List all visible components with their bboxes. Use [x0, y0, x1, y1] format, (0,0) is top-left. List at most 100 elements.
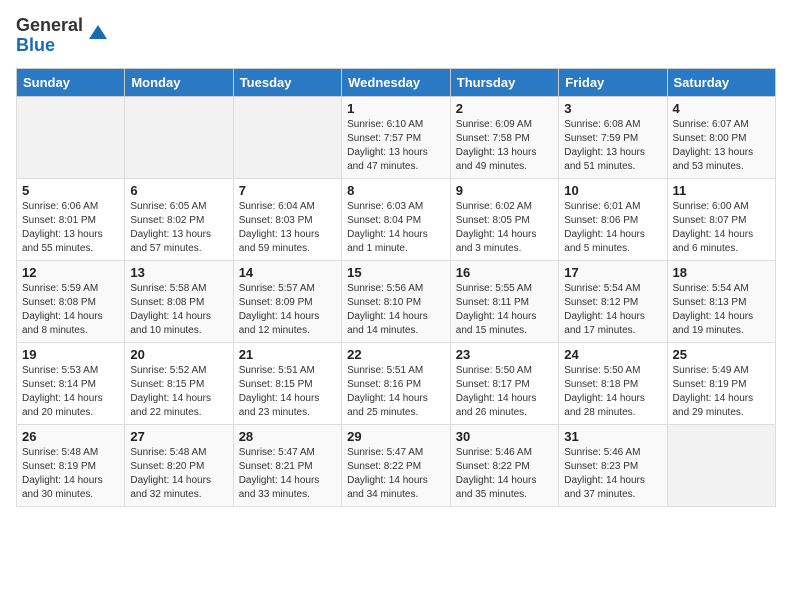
day-info: Sunrise: 5:48 AM Sunset: 8:19 PM Dayligh… — [22, 446, 119, 502]
day-number: 27 — [130, 429, 227, 444]
day-number: 12 — [22, 265, 119, 280]
day-number: 8 — [347, 183, 445, 198]
day-number: 24 — [564, 347, 661, 362]
day-info: Sunrise: 6:03 AM Sunset: 8:04 PM Dayligh… — [347, 200, 445, 256]
page-header: General Blue — [16, 16, 776, 56]
calendar-day-13: 13 Sunrise: 5:58 AM Sunset: 8:08 PM Dayli… — [125, 260, 233, 342]
calendar-week-row: 26Sunrise: 5:48 AM Sunset: 8:19 PM Dayli… — [17, 424, 776, 506]
calendar-day-16: 16Sunrise: 5:55 AM Sunset: 8:11 PM Dayli… — [450, 260, 558, 342]
day-info: Sunrise: 6:01 AM Sunset: 8:06 PM Dayligh… — [564, 200, 661, 256]
day-info: Sunrise: 5:58 AM Sunset: 8:08 PM Dayligh… — [130, 282, 227, 338]
day-info: Sunrise: 5:47 AM Sunset: 8:22 PM Dayligh… — [347, 446, 445, 502]
day-info: Sunrise: 6:08 AM Sunset: 7:59 PM Dayligh… — [564, 118, 661, 174]
day-number: 3 — [564, 101, 661, 116]
calendar-empty-cell — [233, 96, 341, 178]
day-info: Sunrise: 5:57 AM Sunset: 8:09 PM Dayligh… — [239, 282, 336, 338]
day-info: Sunrise: 5:46 AM Sunset: 8:23 PM Dayligh… — [564, 446, 661, 502]
day-number: 10 — [564, 183, 661, 198]
calendar-day-11: 11 Sunrise: 6:00 AM Sunset: 8:07 PM Dayli… — [667, 178, 776, 260]
calendar-week-row: 19 Sunrise: 5:53 AM Sunset: 8:14 PM Dayli… — [17, 342, 776, 424]
day-info: Sunrise: 6:06 AM Sunset: 8:01 PM Dayligh… — [22, 200, 119, 256]
col-header-monday: Monday — [125, 68, 233, 96]
day-info: Sunrise: 5:54 AM Sunset: 8:13 PM Dayligh… — [673, 282, 771, 338]
col-header-tuesday: Tuesday — [233, 68, 341, 96]
col-header-saturday: Saturday — [667, 68, 776, 96]
day-info: Sunrise: 5:54 AM Sunset: 8:12 PM Dayligh… — [564, 282, 661, 338]
calendar-day-14: 14 Sunrise: 5:57 AM Sunset: 8:09 PM Dayli… — [233, 260, 341, 342]
calendar-day-30: 30 Sunrise: 5:46 AM Sunset: 8:22 PM Dayli… — [450, 424, 558, 506]
day-number: 13 — [130, 265, 227, 280]
day-info: Sunrise: 5:51 AM Sunset: 8:15 PM Dayligh… — [239, 364, 336, 420]
calendar-day-4: 4 Sunrise: 6:07 AM Sunset: 8:00 PM Daylig… — [667, 96, 776, 178]
day-info: Sunrise: 6:04 AM Sunset: 8:03 PM Dayligh… — [239, 200, 336, 256]
col-header-sunday: Sunday — [17, 68, 125, 96]
calendar-week-row: 12 Sunrise: 5:59 AM Sunset: 8:08 PM Dayli… — [17, 260, 776, 342]
calendar-day-26: 26Sunrise: 5:48 AM Sunset: 8:19 PM Dayli… — [17, 424, 125, 506]
day-info: Sunrise: 5:51 AM Sunset: 8:16 PM Dayligh… — [347, 364, 445, 420]
calendar-day-12: 12 Sunrise: 5:59 AM Sunset: 8:08 PM Dayli… — [17, 260, 125, 342]
calendar-day-23: 23Sunrise: 5:50 AM Sunset: 8:17 PM Dayli… — [450, 342, 558, 424]
day-info: Sunrise: 5:47 AM Sunset: 8:21 PM Dayligh… — [239, 446, 336, 502]
day-info: Sunrise: 6:05 AM Sunset: 8:02 PM Dayligh… — [130, 200, 227, 256]
calendar-day-29: 29 Sunrise: 5:47 AM Sunset: 8:22 PM Dayli… — [342, 424, 451, 506]
day-number: 14 — [239, 265, 336, 280]
day-info: Sunrise: 6:02 AM Sunset: 8:05 PM Dayligh… — [456, 200, 553, 256]
day-number: 25 — [673, 347, 771, 362]
col-header-thursday: Thursday — [450, 68, 558, 96]
calendar-week-row: 5 Sunrise: 6:06 AM Sunset: 8:01 PM Daylig… — [17, 178, 776, 260]
day-number: 23 — [456, 347, 553, 362]
day-number: 20 — [130, 347, 227, 362]
day-number: 22 — [347, 347, 445, 362]
day-info: Sunrise: 5:50 AM Sunset: 8:18 PM Dayligh… — [564, 364, 661, 420]
calendar-day-3: 3 Sunrise: 6:08 AM Sunset: 7:59 PM Daylig… — [559, 96, 667, 178]
day-info: Sunrise: 6:00 AM Sunset: 8:07 PM Dayligh… — [673, 200, 771, 256]
day-number: 21 — [239, 347, 336, 362]
calendar-day-17: 17 Sunrise: 5:54 AM Sunset: 8:12 PM Dayli… — [559, 260, 667, 342]
day-info: Sunrise: 6:09 AM Sunset: 7:58 PM Dayligh… — [456, 118, 553, 174]
calendar-day-10: 10 Sunrise: 6:01 AM Sunset: 8:06 PM Dayli… — [559, 178, 667, 260]
day-info: Sunrise: 5:49 AM Sunset: 8:19 PM Dayligh… — [673, 364, 771, 420]
day-info: Sunrise: 5:53 AM Sunset: 8:14 PM Dayligh… — [22, 364, 119, 420]
calendar-day-20: 20Sunrise: 5:52 AM Sunset: 8:15 PM Dayli… — [125, 342, 233, 424]
logo-triangle-icon — [87, 21, 109, 43]
day-number: 18 — [673, 265, 771, 280]
calendar-day-9: 9 Sunrise: 6:02 AM Sunset: 8:05 PM Daylig… — [450, 178, 558, 260]
day-info: Sunrise: 6:10 AM Sunset: 7:57 PM Dayligh… — [347, 118, 445, 174]
day-number: 5 — [22, 183, 119, 198]
day-info: Sunrise: 6:07 AM Sunset: 8:00 PM Dayligh… — [673, 118, 771, 174]
day-number: 9 — [456, 183, 553, 198]
day-info: Sunrise: 5:56 AM Sunset: 8:10 PM Dayligh… — [347, 282, 445, 338]
day-number: 29 — [347, 429, 445, 444]
calendar-day-24: 24 Sunrise: 5:50 AM Sunset: 8:18 PM Dayli… — [559, 342, 667, 424]
calendar-week-row: 1 Sunrise: 6:10 AM Sunset: 7:57 PM Daylig… — [17, 96, 776, 178]
calendar-empty-cell — [667, 424, 776, 506]
day-info: Sunrise: 5:46 AM Sunset: 8:22 PM Dayligh… — [456, 446, 553, 502]
day-number: 1 — [347, 101, 445, 116]
calendar-day-18: 18 Sunrise: 5:54 AM Sunset: 8:13 PM Dayli… — [667, 260, 776, 342]
calendar-empty-cell — [125, 96, 233, 178]
calendar-day-1: 1 Sunrise: 6:10 AM Sunset: 7:57 PM Daylig… — [342, 96, 451, 178]
calendar-day-22: 22 Sunrise: 5:51 AM Sunset: 8:16 PM Dayli… — [342, 342, 451, 424]
day-number: 4 — [673, 101, 771, 116]
col-header-wednesday: Wednesday — [342, 68, 451, 96]
day-number: 7 — [239, 183, 336, 198]
calendar-day-19: 19 Sunrise: 5:53 AM Sunset: 8:14 PM Dayli… — [17, 342, 125, 424]
day-number: 19 — [22, 347, 119, 362]
day-number: 2 — [456, 101, 553, 116]
day-number: 6 — [130, 183, 227, 198]
calendar-empty-cell — [17, 96, 125, 178]
day-info: Sunrise: 5:59 AM Sunset: 8:08 PM Dayligh… — [22, 282, 119, 338]
day-number: 15 — [347, 265, 445, 280]
calendar-day-31: 31Sunrise: 5:46 AM Sunset: 8:23 PM Dayli… — [559, 424, 667, 506]
day-number: 30 — [456, 429, 553, 444]
calendar-day-28: 28Sunrise: 5:47 AM Sunset: 8:21 PM Dayli… — [233, 424, 341, 506]
calendar-day-27: 27Sunrise: 5:48 AM Sunset: 8:20 PM Dayli… — [125, 424, 233, 506]
calendar-day-15: 15 Sunrise: 5:56 AM Sunset: 8:10 PM Dayli… — [342, 260, 451, 342]
calendar-day-21: 21 Sunrise: 5:51 AM Sunset: 8:15 PM Dayli… — [233, 342, 341, 424]
day-number: 11 — [673, 183, 771, 198]
day-number: 17 — [564, 265, 661, 280]
day-info: Sunrise: 5:55 AM Sunset: 8:11 PM Dayligh… — [456, 282, 553, 338]
calendar-day-8: 8 Sunrise: 6:03 AM Sunset: 8:04 PM Daylig… — [342, 178, 451, 260]
calendar-day-2: 2 Sunrise: 6:09 AM Sunset: 7:58 PM Daylig… — [450, 96, 558, 178]
calendar-day-25: 25 Sunrise: 5:49 AM Sunset: 8:19 PM Dayli… — [667, 342, 776, 424]
